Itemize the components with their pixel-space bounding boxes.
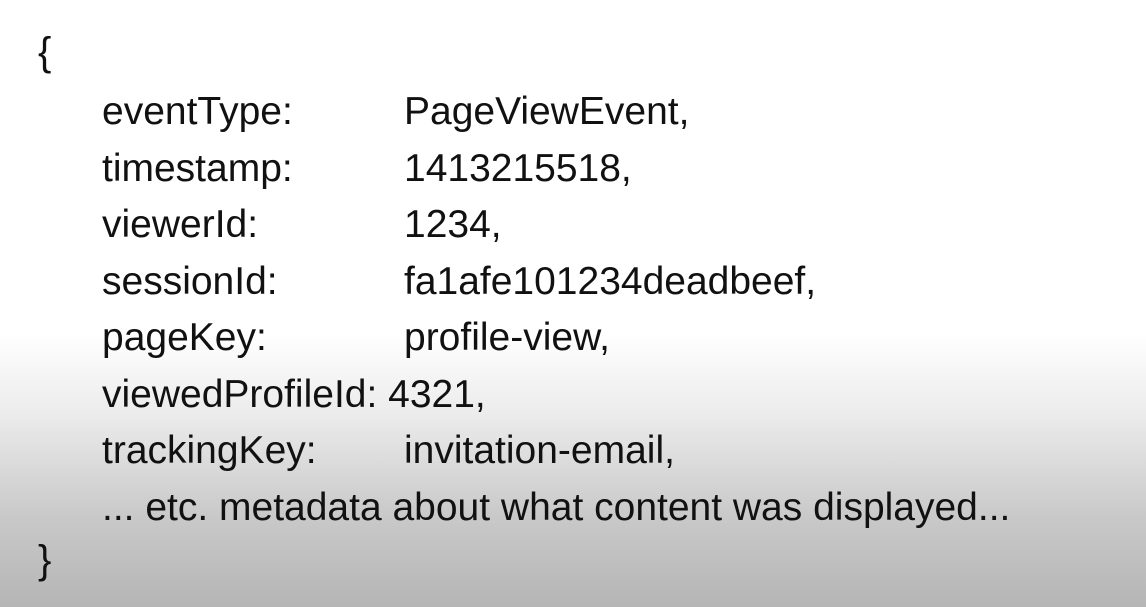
field-value: 4321, [388,372,486,416]
field-value: 1234, [404,203,502,246]
field-key: eventType: [102,90,293,133]
slide: { eventType: PageViewEvent, timestamp: 141… [0,0,1146,607]
field-row: timestamp: 1413215518, [102,141,1142,198]
trailing-note: ... etc. metadata about what content was… [102,485,1011,529]
field-row: sessionId: fa1afe101234deadbeef, [102,254,1142,311]
field-key: viewerId: [102,203,259,246]
field-row: pageKey: profile-view, [102,310,1142,367]
field-value: fa1afe101234deadbeef, [404,259,817,303]
field-key: timestamp: [102,146,293,190]
field-key: sessionId: [102,259,278,303]
field-row: eventType: PageViewEvent, [102,84,1142,141]
open-brace: { [38,30,52,74]
field-row: viewerId: 1234, [102,197,1142,254]
field-row: trackingKey: invitation-email, [102,423,1142,480]
json-fields: eventType: PageViewEvent, timestamp: 14132… [102,84,1142,536]
field-value: invitation-email, [404,429,675,472]
field-value: PageViewEvent, [404,90,690,133]
field-key: pageKey: [102,316,267,359]
field-key: trackingKey: [102,429,317,472]
field-value: 1413215518, [404,146,632,190]
field-row: viewedProfileId: 4321, [102,367,1142,424]
field-key: viewedProfileId: [102,372,378,416]
close-brace: } [38,538,52,582]
field-value: profile-view, [404,316,610,359]
